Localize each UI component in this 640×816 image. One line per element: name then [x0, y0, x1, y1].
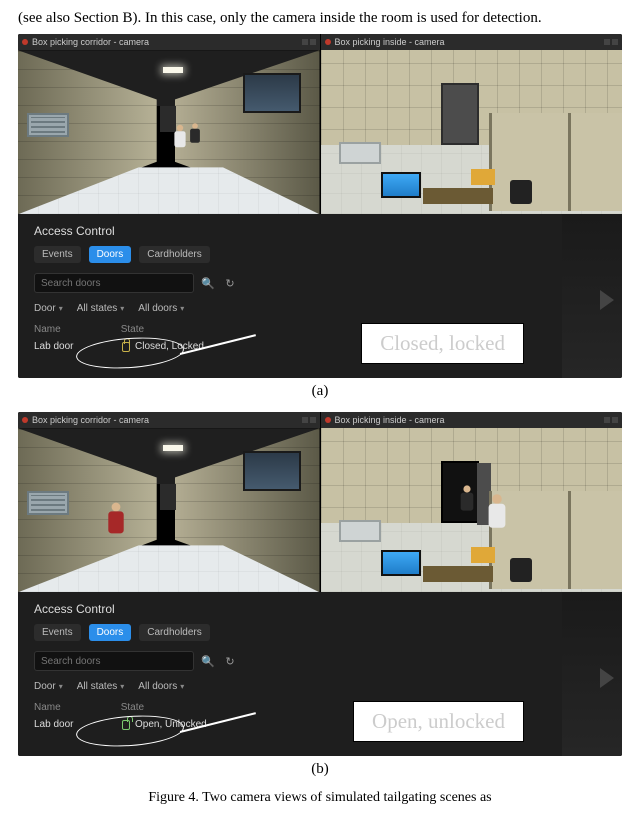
- record-indicator-icon: [325, 39, 331, 45]
- subcaption-b: (b): [18, 761, 622, 778]
- sink: [339, 142, 381, 164]
- view-title: Box picking corridor - camera: [32, 37, 149, 47]
- wall-vent: [27, 113, 69, 137]
- person-dark-clothes: [460, 485, 474, 510]
- tab-cardholders[interactable]: Cardholders: [139, 624, 209, 641]
- person-labcoat: [488, 494, 507, 528]
- chevron-down-icon: ▾: [180, 682, 184, 691]
- leading-paragraph-fragment: (see also Section B). In this case, only…: [18, 8, 622, 28]
- window-titlebar: Box picking corridor - camera: [18, 412, 320, 428]
- inside-camera-view: Box picking inside - camera: [321, 412, 623, 592]
- wall-vent: [27, 491, 69, 515]
- refresh-icon[interactable]: ↻: [222, 653, 238, 669]
- tab-doors[interactable]: Doors: [89, 246, 132, 263]
- monitor: [381, 550, 421, 576]
- access-control-panel: Access Control Events Doors Cardholders …: [18, 592, 622, 756]
- filter-doors[interactable]: All doors▾: [138, 303, 184, 314]
- search-input[interactable]: [34, 651, 194, 671]
- column-name: Name: [34, 702, 61, 713]
- access-control-panel: Access Control Events Doors Cardholders …: [18, 214, 622, 378]
- corridor-camera-view: Box picking corridor - camera: [18, 34, 320, 214]
- lock-icon: [122, 342, 130, 352]
- tab-doors[interactable]: Doors: [89, 624, 132, 641]
- annotation-ellipse: [75, 335, 185, 372]
- annotation-callout: Closed, locked: [361, 323, 524, 364]
- window-titlebar: Box picking inside - camera: [321, 412, 623, 428]
- tab-cardholders[interactable]: Cardholders: [139, 246, 209, 263]
- lab-door-closed: [441, 83, 479, 145]
- monitor: [381, 172, 421, 198]
- chevron-down-icon: ▾: [120, 304, 124, 313]
- record-indicator-icon: [22, 39, 28, 45]
- chevron-down-icon: ▾: [120, 682, 124, 691]
- record-indicator-icon: [22, 417, 28, 423]
- view-title: Box picking inside - camera: [335, 415, 445, 425]
- window-titlebar: Box picking corridor - camera: [18, 34, 320, 50]
- filter-door[interactable]: Door▾: [34, 303, 63, 314]
- search-icon[interactable]: 🔍: [200, 275, 216, 291]
- column-name: Name: [34, 324, 61, 335]
- window-titlebar: Box picking inside - camera: [321, 34, 623, 50]
- person-red-clothes: [108, 502, 126, 533]
- chevron-down-icon: ▾: [59, 682, 63, 691]
- person-labcoat: [173, 125, 186, 147]
- corridor-camera-view: Box picking corridor - camera: [18, 412, 320, 592]
- chevron-down-icon: ▾: [180, 304, 184, 313]
- column-state: State: [121, 324, 144, 335]
- subcaption-a: (a): [18, 383, 622, 400]
- inside-camera-view: Box picking inside - camera: [321, 34, 623, 214]
- play-icon: [600, 290, 614, 310]
- refresh-icon[interactable]: ↻: [222, 275, 238, 291]
- filter-states[interactable]: All states▾: [77, 303, 125, 314]
- chevron-down-icon: ▾: [59, 304, 63, 313]
- figure-panel-a: Box picking corridor - camera Box: [18, 34, 622, 400]
- view-title: Box picking corridor - camera: [32, 415, 149, 425]
- person-dark-clothes: [189, 123, 200, 143]
- annotation-callout: Open, unlocked: [353, 701, 524, 742]
- panel-title: Access Control: [34, 224, 115, 238]
- tab-events[interactable]: Events: [34, 246, 81, 263]
- filter-doors[interactable]: All doors▾: [138, 681, 184, 692]
- column-state: State: [121, 702, 144, 713]
- search-icon[interactable]: 🔍: [200, 653, 216, 669]
- figure-panel-b: Box picking corridor - camera Box pickin…: [18, 412, 622, 778]
- figure-caption: Figure 4. Two camera views of simulated …: [18, 790, 622, 806]
- door-name: Lab door: [34, 719, 82, 730]
- side-toolbar: [562, 214, 622, 378]
- tab-events[interactable]: Events: [34, 624, 81, 641]
- view-title: Box picking inside - camera: [335, 37, 445, 47]
- corridor-window: [243, 451, 301, 491]
- unlock-icon: [122, 720, 130, 730]
- panel-title: Access Control: [34, 602, 115, 616]
- play-icon: [600, 668, 614, 688]
- side-toolbar: [562, 592, 622, 756]
- filter-door[interactable]: Door▾: [34, 681, 63, 692]
- sink: [339, 520, 381, 542]
- filter-states[interactable]: All states▾: [77, 681, 125, 692]
- corridor-window: [243, 73, 301, 113]
- record-indicator-icon: [325, 417, 331, 423]
- search-input[interactable]: [34, 273, 194, 293]
- door-name: Lab door: [34, 341, 82, 352]
